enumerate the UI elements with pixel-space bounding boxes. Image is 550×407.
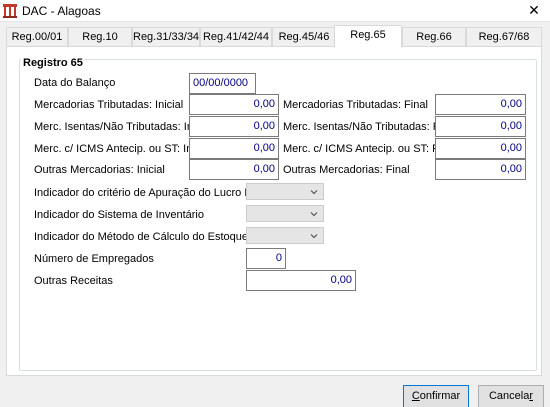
group-title: Registro 65 — [21, 57, 85, 69]
tab-reg-45-46[interactable]: Reg.45/46 — [272, 27, 336, 47]
data-balanco-label: Data do Balanço — [34, 77, 116, 89]
outras-receitas-input[interactable]: 0,00 — [246, 270, 356, 291]
merc-icms-inicial-input[interactable]: 0,00 — [189, 138, 279, 159]
tab-strip: Reg.00/01 Reg.10 Reg.31/33/34 Reg.41/42/… — [6, 25, 542, 48]
cancel-mnemonic: r — [529, 390, 534, 402]
outras-final-input[interactable]: 0,00 — [435, 159, 526, 180]
tab-reg-41-42-44[interactable]: Reg.41/42/44 — [200, 27, 272, 47]
num-empregados-label: Número de Empregados — [34, 253, 154, 265]
tab-label: Reg.67/68 — [478, 31, 530, 43]
title-bar: DAC - Alagoas ✕ — [0, 0, 550, 22]
tab-label: Reg.45/46 — [278, 31, 330, 43]
cancel-button[interactable]: Cancelar — [478, 385, 544, 407]
merc-icms-inicial-label: Merc. c/ ICMS Antecip. ou ST: Inicial — [34, 143, 212, 155]
merc-trib-final-input[interactable]: 0,00 — [435, 94, 526, 115]
tab-label: Reg.65 — [350, 29, 386, 41]
chevron-down-icon — [310, 190, 318, 195]
merc-isentas-inicial-label: Merc. Isentas/Não Tributadas: Inicial — [34, 121, 212, 133]
ind-metodo-select[interactable] — [246, 227, 324, 244]
merc-trib-inicial-label: Mercadorias Tributadas: Inicial — [34, 99, 184, 111]
outras-final-label: Outras Mercadorias: Final — [283, 164, 410, 176]
merc-icms-final-input[interactable]: 0,00 — [435, 138, 526, 159]
ind-sistema-label: Indicador do Sistema de Inventário — [34, 209, 204, 221]
merc-trib-inicial-input[interactable]: 0,00 — [189, 94, 279, 115]
confirm-label: onfirmar — [419, 390, 461, 402]
tab-label: Reg.00/01 — [11, 31, 63, 43]
close-button[interactable]: ✕ — [521, 1, 547, 20]
tab-label: Reg.41/42/44 — [202, 31, 270, 43]
merc-trib-final-label: Mercadorias Tributadas: Final — [283, 99, 428, 111]
tab-panel-reg-65: Registro 65 Data do Balanço 00/00/0000 M… — [6, 46, 542, 376]
cancel-label: Cancela — [488, 390, 530, 402]
close-icon: ✕ — [528, 2, 540, 18]
tab-label: Reg.31/33/34 — [133, 31, 200, 43]
ind-criterio-select[interactable] — [246, 183, 324, 200]
outras-inicial-input[interactable]: 0,00 — [189, 159, 279, 180]
chevron-down-icon — [310, 212, 318, 217]
num-empregados-input[interactable]: 0 — [246, 248, 286, 269]
app-logo-icon — [3, 4, 17, 18]
ind-metodo-label: Indicador do Método de Cálculo do Estoqu… — [34, 231, 249, 243]
data-balanco-input[interactable]: 00/00/0000 — [189, 73, 256, 94]
outras-receitas-label: Outras Receitas — [34, 275, 113, 287]
merc-icms-final-label: Merc. c/ ICMS Antecip. ou ST: Final — [283, 143, 457, 155]
tab-label: Reg.66 — [416, 31, 452, 43]
tab-reg-10[interactable]: Reg.10 — [68, 27, 132, 47]
tab-reg-00-01[interactable]: Reg.00/01 — [6, 27, 68, 47]
outras-inicial-label: Outras Mercadorias: Inicial — [34, 164, 165, 176]
confirm-mnemonic: C — [411, 390, 420, 402]
chevron-down-icon — [310, 234, 318, 239]
ind-sistema-select[interactable] — [246, 205, 324, 222]
ind-criterio-label: Indicador do critério de Apuração do Luc… — [34, 187, 271, 199]
tab-label: Reg.10 — [82, 31, 118, 43]
tab-reg-66[interactable]: Reg.66 — [402, 27, 466, 47]
window-body: Reg.00/01 Reg.10 Reg.31/33/34 Reg.41/42/… — [0, 22, 550, 407]
window-title: DAC - Alagoas — [22, 4, 101, 18]
merc-isentas-final-input[interactable]: 0,00 — [435, 116, 526, 137]
tab-reg-65[interactable]: Reg.65 — [334, 25, 402, 48]
confirm-button[interactable]: Confirmar — [403, 385, 469, 407]
tab-reg-31-33-34[interactable]: Reg.31/33/34 — [132, 27, 200, 47]
tab-reg-67-68[interactable]: Reg.67/68 — [466, 27, 542, 47]
merc-isentas-final-label: Merc. Isentas/Não Tributadas: Final — [283, 121, 457, 133]
merc-isentas-inicial-input[interactable]: 0,00 — [189, 116, 279, 137]
